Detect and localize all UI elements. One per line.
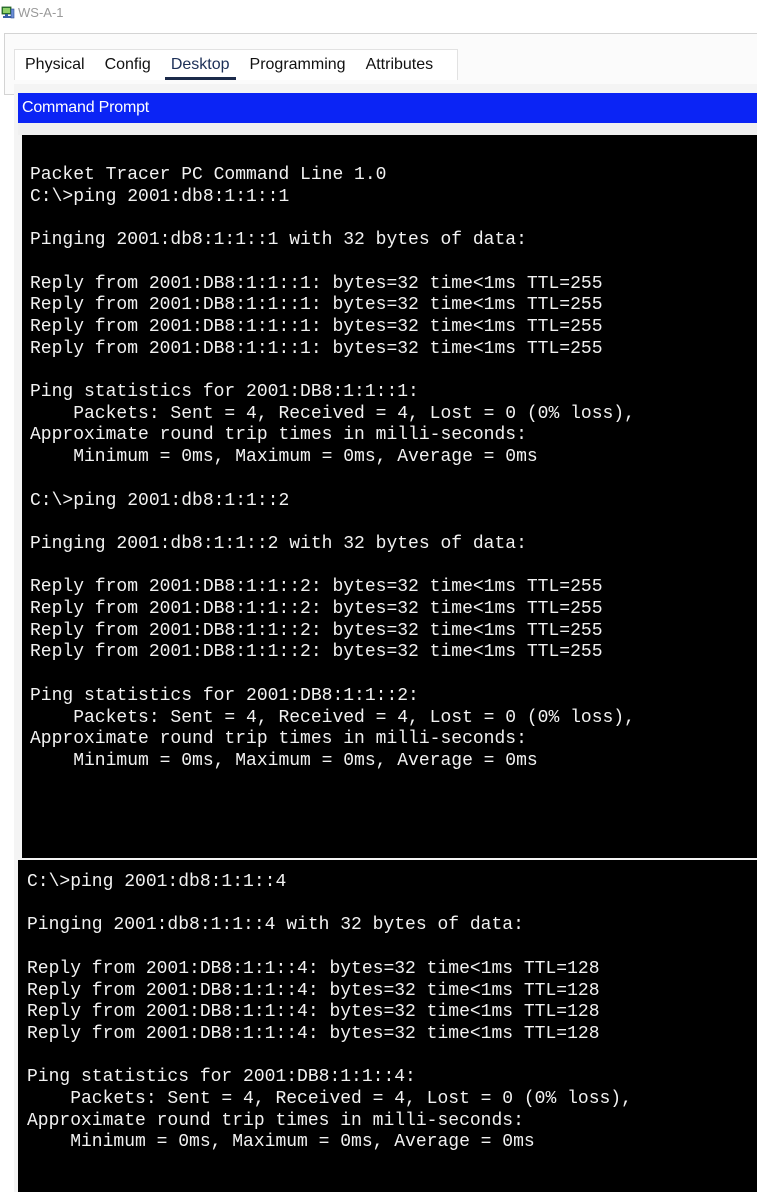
- terminal-console-continued[interactable]: C:\>ping 2001:db8:1:1::4 Pinging 2001:db…: [18, 860, 757, 1192]
- terminal-output: Packet Tracer PC Command Line 1.0 C:\>pi…: [30, 165, 635, 771]
- tab-attributes[interactable]: Attributes: [356, 56, 444, 80]
- tab-desktop[interactable]: Desktop: [161, 56, 240, 80]
- tab-programming[interactable]: Programming: [240, 56, 356, 80]
- terminal-console[interactable]: Packet Tracer PC Command Line 1.0 C:\>pi…: [22, 135, 757, 858]
- title-bar: WS-A-1: [0, 0, 757, 32]
- tab-config[interactable]: Config: [95, 56, 161, 80]
- window-title: WS-A-1: [18, 5, 64, 20]
- tab-physical[interactable]: Physical: [15, 56, 95, 80]
- tabs-area: Physical Config Desktop Programming Attr…: [0, 32, 757, 95]
- command-prompt-gap: [18, 123, 757, 135]
- pc-device-icon: [1, 6, 15, 19]
- terminal-output-continued: C:\>ping 2001:db8:1:1::4 Pinging 2001:db…: [27, 872, 632, 1153]
- command-prompt-header: Command Prompt: [18, 93, 757, 123]
- device-window: WS-A-1 Physical Config Desktop Programmi…: [0, 0, 757, 1192]
- tab-bar: Physical Config Desktop Programming Attr…: [14, 49, 459, 80]
- command-prompt-title: Command Prompt: [22, 99, 150, 116]
